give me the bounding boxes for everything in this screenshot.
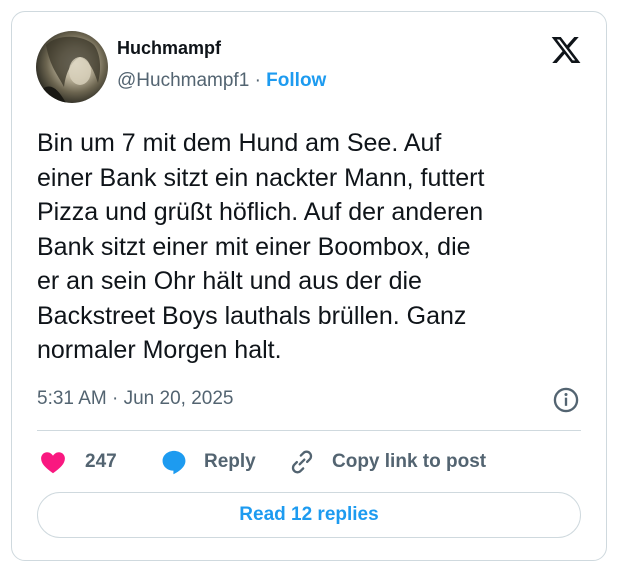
handle-row: @Huchmampf1 · Follow <box>117 70 326 92</box>
speech-bubble-icon <box>162 450 186 475</box>
reply-label: Reply <box>204 451 256 472</box>
tweet-text: Bin um 7 mit dem Hund am See. Auf einer … <box>37 129 485 364</box>
reply-button[interactable]: Reply <box>160 446 256 478</box>
copy-link-label: Copy link to post <box>332 451 487 472</box>
tweet-timestamp[interactable]: 5:31 AM · Jun 20, 2025 <box>37 388 233 410</box>
like-count: 247 <box>85 451 117 472</box>
heart-icon <box>41 452 65 474</box>
separator-dot: · <box>254 70 261 91</box>
copy-link-button[interactable]: Copy link to post <box>288 446 486 478</box>
tweet-card: Huchmampf @Huchmampf1 · Follow Bin um 7 … <box>11 11 607 561</box>
link-icon <box>291 450 313 474</box>
author-name[interactable]: Huchmampf <box>117 38 221 59</box>
follow-button[interactable]: Follow <box>266 70 326 91</box>
read-replies-button[interactable]: Read 12 replies <box>37 492 581 538</box>
x-logo-icon[interactable] <box>550 34 582 66</box>
info-icon[interactable] <box>552 386 580 414</box>
divider <box>37 430 581 431</box>
author-handle[interactable]: @Huchmampf1 <box>117 70 249 91</box>
like-button[interactable]: 247 <box>39 446 117 478</box>
avatar[interactable] <box>36 31 108 103</box>
